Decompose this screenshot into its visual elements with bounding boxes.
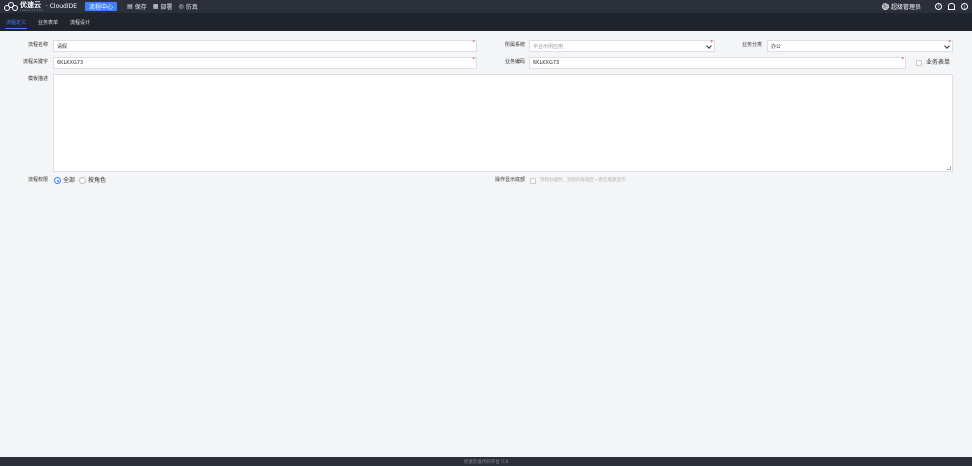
process-name-input[interactable]: 请假 * [53, 40, 477, 52]
save-icon: ▤ [127, 3, 133, 10]
simulate-icon: ◎ [178, 3, 184, 10]
required-mark: * [901, 57, 905, 63]
required-mark: * [710, 40, 714, 46]
required-mark: * [472, 40, 476, 46]
permission-role-radio[interactable] [79, 177, 86, 184]
business-code-label: 业务编码 [504, 59, 525, 65]
system-select[interactable]: 平台示例应用 * [529, 40, 715, 52]
footer: 优速云低代码平台 5.0 [0, 457, 972, 466]
permission-all-radio[interactable] [54, 177, 61, 184]
user-name[interactable]: 超级管理员 [891, 2, 921, 11]
simulate-button[interactable]: ◎ 仿真 [178, 2, 197, 11]
business-code-input[interactable]: 6KLKXG73 * [529, 57, 906, 69]
logo-product: · CloudIDE [45, 3, 78, 10]
process-definition-form: 流程名称 请假 * 所属系统 平台示例应用 * 业务分类 办公 * 流程关键字 … [0, 31, 972, 457]
tab-process-design[interactable]: 流程设计 [64, 13, 96, 31]
logo-name: 优速云 [20, 0, 41, 9]
header-right: 超 超级管理员 ? | [881, 0, 968, 13]
business-form-checkbox[interactable] [916, 60, 922, 66]
resize-handle[interactable] [947, 166, 951, 170]
system-label: 所属系统 [504, 42, 525, 48]
business-category-label: 业务分类 [741, 42, 762, 48]
business-category-select[interactable]: 办公 * [767, 40, 953, 52]
template-desc-textarea[interactable] [53, 74, 953, 172]
op-display-checkbox[interactable] [530, 178, 536, 184]
required-mark: * [948, 40, 952, 46]
business-form-label: 业务表单 [926, 59, 951, 66]
power-icon[interactable]: | [961, 3, 968, 10]
op-display-hint: 流程办理时，流程的处理区一直在底部显示 [540, 178, 626, 183]
permission-role-label: 按角色 [88, 177, 107, 184]
deploy-button[interactable]: ▦ 部署 [153, 2, 173, 11]
tab-business-form[interactable]: 业务表单 [32, 13, 64, 31]
center-badge[interactable]: 流程中心 [85, 2, 118, 11]
required-mark: * [472, 57, 476, 63]
tab-process-definition[interactable]: 流程定义 [0, 13, 32, 31]
home-icon[interactable] [948, 3, 955, 10]
deploy-icon: ▦ [152, 3, 159, 10]
logo-sub: YOUSUCLOUD [20, 9, 44, 12]
tab-bar: 流程定义 业务表单 流程设计 [0, 13, 972, 31]
process-key-label: 流程关键字 [22, 59, 48, 65]
footer-text: 优速云低代码平台 5.0 [463, 459, 509, 465]
template-desc-label: 模板描述 [27, 76, 48, 82]
process-key-input[interactable]: 6KLKXG73 * [53, 57, 477, 69]
top-bar: 优速云 YOUSUCLOUD · CloudIDE 流程中心 ▤ 保存 ▦ 部署… [0, 0, 972, 13]
process-name-label: 流程名称 [27, 42, 48, 48]
permission-label: 流程权限 [27, 177, 48, 183]
avatar[interactable]: 超 [881, 3, 889, 10]
brand-logo[interactable]: 优速云 YOUSUCLOUD · CloudIDE [4, 0, 77, 13]
permission-all-label: 全部 [63, 177, 76, 184]
save-button[interactable]: ▤ 保存 [127, 2, 147, 11]
logo-icon [4, 1, 18, 12]
op-display-label: 操作显示底部 [494, 177, 525, 183]
help-icon[interactable]: ? [935, 3, 942, 10]
